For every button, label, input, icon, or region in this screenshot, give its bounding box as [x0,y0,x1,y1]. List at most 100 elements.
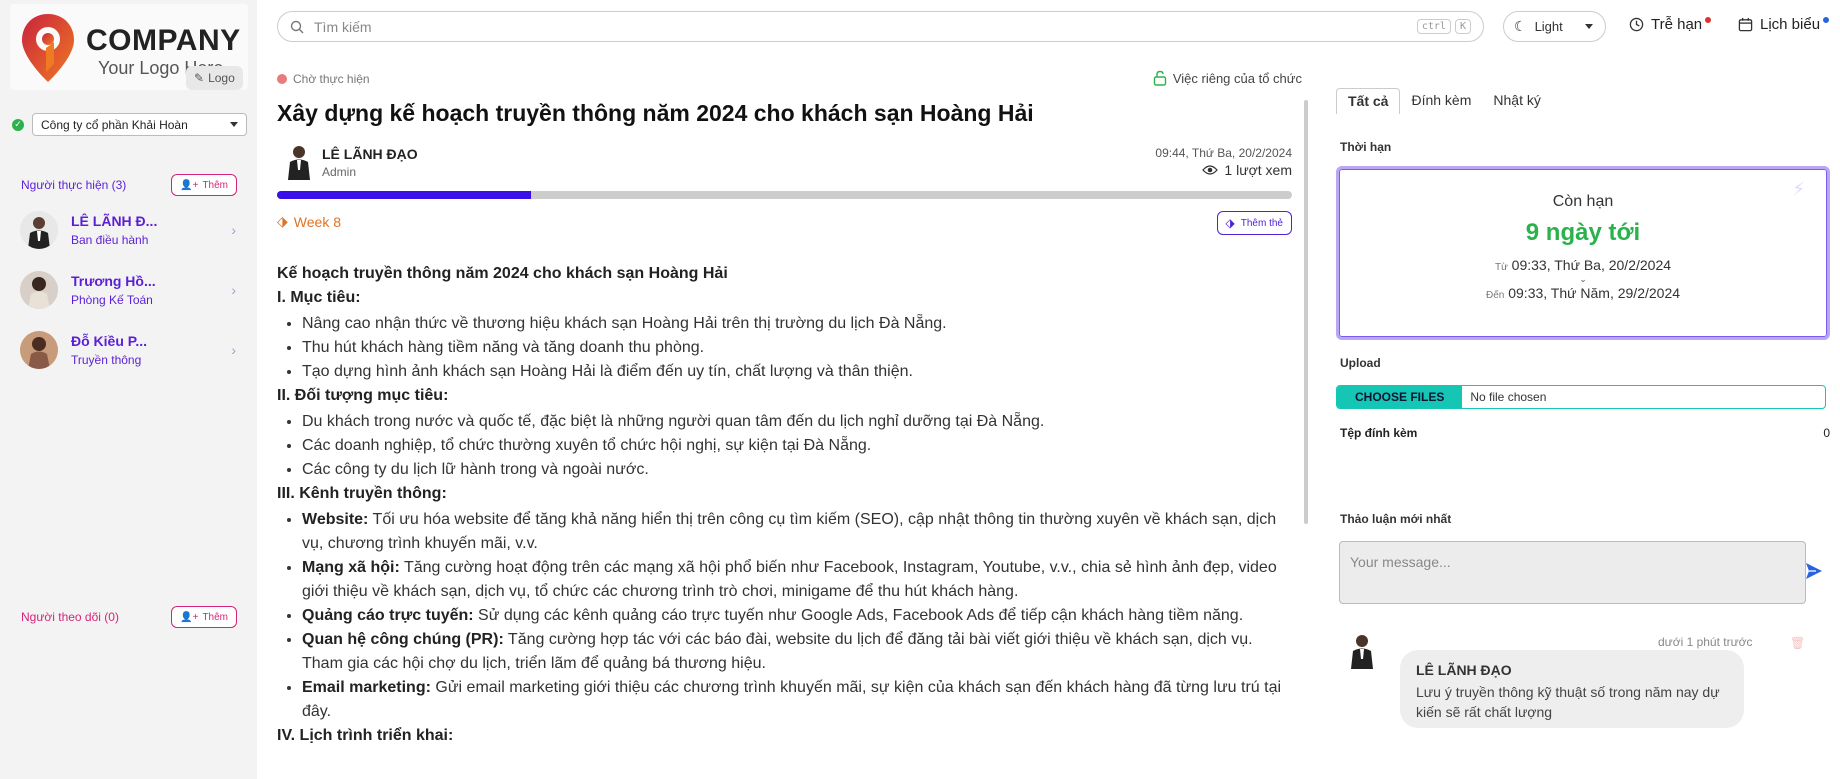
add-assignee-button[interactable]: 👤+ Thêm [171,174,237,196]
list-item-bold: Email marketing: [302,679,431,696]
list-item-text: Sử dụng các kênh quảng cáo trực tuyến nh… [473,607,1244,624]
send-icon[interactable] [1804,561,1824,581]
section-heading: III. Kênh truyền thông: [277,485,447,502]
caret-down-icon [1584,24,1593,29]
company-select-value: Công ty cổ phần Khải Hoàn [41,117,188,132]
calendar-link[interactable]: Lịch biểu [1738,16,1830,33]
tag-icon: ⬗ [1225,216,1235,230]
assignee-name: LÊ LÃNH Đ... [71,213,158,229]
from-label: Từ [1494,262,1508,273]
list-item: Quảng cáo trực tuyến: Sử dụng các kênh q… [302,604,1292,628]
edit-logo-button[interactable]: ✎ Logo [186,66,243,90]
tab-attachments[interactable]: Đính kèm [1400,88,1482,114]
search-input[interactable]: Tìm kiếm [314,19,1413,35]
notification-dot [1823,16,1830,23]
followers-label: Người theo dõi (0) [21,610,119,624]
deadline-from: Từ 09:33, Thứ Ba, 20/2/2024 [1339,257,1827,273]
add-follower-button[interactable]: 👤+ Thêm [171,606,237,628]
list-item: Nâng cao nhận thức về thương hiệu khách … [302,312,1292,336]
add-user-icon: 👤+ [180,611,199,623]
to-label: Đến [1485,290,1505,301]
add-tag-button[interactable]: ⬗ Thêm thẻ [1216,211,1292,235]
comment-author: LÊ LÃNH ĐẠO [1416,662,1512,678]
assignee-item[interactable]: LÊ LÃNH Đ... Ban điều hành › [20,208,236,252]
deadline-status: Còn hạn [1552,193,1614,210]
scrollbar[interactable] [1304,100,1308,524]
logo-company-text: COMPANY [86,24,241,57]
assignee-name: Đỗ Kiều P... [71,333,147,349]
notification-dot [1705,16,1712,23]
edit-logo-label: Logo [208,71,235,85]
assignee-name: Trương Hồ... [71,273,156,289]
comment-bubble: LÊ LÃNH ĐẠO Lưu ý truyền thông kỹ thuật … [1400,650,1744,728]
file-upload[interactable]: CHOOSE FILES No file chosen [1336,385,1826,409]
list-item: Các công ty du lịch lữ hành trong và ngo… [302,458,1292,482]
avatar [20,211,58,249]
theme-value: Light [1534,19,1563,34]
tab-all[interactable]: Tất cả [1336,88,1401,114]
bolt-icon: ⚡ [1792,179,1805,199]
task-description: Kế hoạch truyền thông năm 2024 cho khách… [277,262,1292,748]
privacy-toggle[interactable]: Việc riêng của tổ chức [1153,70,1302,86]
tag-label: Week 8 [293,213,341,230]
tag-icon: ⬗ [277,213,288,229]
assignee-item[interactable]: Đỗ Kiều P... Truyền thông › [20,328,236,372]
calendar-label: Lịch biểu [1760,16,1821,33]
company-select[interactable]: Công ty cổ phần Khải Hoàn [32,113,247,136]
deadline-card[interactable]: ⚡ Còn hạn 9 ngày tới Từ 09:33, Thứ Ba, 2… [1336,166,1830,340]
list-item-bold: Quan hệ công chúng (PR): [302,631,504,648]
shortcut-key: K [1454,19,1471,34]
shortcut-key: ctrl [1416,19,1451,34]
created-time: 09:44, Thứ Ba, 20/2/2024 [1155,146,1292,160]
company-logo: COMPANY Your Logo Here ✎ Logo [10,4,248,90]
chevron-right-icon: › [231,222,236,238]
list-item: Du khách trong nước và quốc tế, đặc biệt… [302,410,1292,434]
tab-bar: Tất cả Đính kèm Nhật ký [1336,88,1552,114]
check-circle-icon: ✓ [12,118,24,131]
overdue-link[interactable]: Trễ hạn [1629,16,1712,33]
bullet-list: Website: Tối ưu hóa website để tăng khả … [277,508,1292,724]
deadline-days: 9 ngày tới [1525,219,1641,246]
list-item: Các doanh nghiệp, tổ chức thường xuyên t… [302,434,1292,458]
company-row: ✓ Công ty cổ phần Khải Hoàn [12,113,247,136]
description-title: Kế hoạch truyền thông năm 2024 cho khách… [277,265,728,282]
choose-files-button[interactable]: CHOOSE FILES [1337,386,1463,408]
deadline-label: Thời hạn [1340,140,1392,154]
search-bar[interactable]: Tìm kiếm ctrl K [277,11,1484,42]
attachments-count: 0 [1823,426,1830,440]
message-input[interactable]: Your message... [1339,541,1806,604]
list-item: Thu hút khách hàng tiềm năng và tăng doa… [302,336,1292,360]
moon-icon: ☾ [1514,18,1527,34]
theme-select[interactable]: ☾ Light [1503,11,1606,42]
sidebar: COMPANY Your Logo Here ✎ Logo ✓ Công ty … [0,0,257,779]
assignee-item[interactable]: Trương Hồ... Phòng Kế Toán › [20,268,236,312]
comment-text: Lưu ý truyền thông kỹ thuật số trong năm… [1416,684,1720,720]
list-item-text: Tăng cường hoạt động trên các mạng xã hộ… [302,559,1277,600]
overdue-label: Trễ hạn [1651,16,1703,33]
tab-log[interactable]: Nhật ký [1482,88,1551,114]
pencil-icon: ✎ [194,71,205,85]
tag[interactable]: ⬗ Week 8 [277,213,341,230]
list-item: Quan hệ công chúng (PR): Tăng cường hợp … [302,628,1292,676]
chevron-right-icon: › [231,282,236,298]
author-name: LÊ LÃNH ĐẠO [322,146,418,162]
eye-icon [1202,165,1219,175]
list-item-text: Tối ưu hóa website để tăng khả năng hiển… [302,511,1277,552]
assignee-role: Phòng Kế Toán [71,293,153,307]
assignee-role: Ban điều hành [71,233,149,247]
to-value: 09:33, Thứ Năm, 29/2/2024 [1508,285,1681,301]
list-item-bold: Quảng cáo trực tuyến: [302,607,474,624]
author-role: Admin [322,165,357,179]
progress-bar [277,191,1292,199]
section-heading: II. Đối tượng mục tiêu: [277,387,449,404]
status-dot-icon [277,74,287,84]
file-status: No file chosen [1470,390,1547,404]
task-status[interactable]: Chờ thực hiện [277,72,370,86]
add-follower-label: Thêm [202,611,228,623]
author-row: LÊ LÃNH ĐẠO Admin 09:44, Thứ Ba, 20/2/20… [277,142,1292,182]
trash-icon[interactable]: 🗑 [1790,636,1805,650]
section-heading: IV. Lịch trình triển khai: [277,727,454,744]
clock-icon [1629,17,1644,32]
list-item: Email marketing: Gửi email marketing giớ… [302,676,1292,724]
avatar [283,142,315,180]
